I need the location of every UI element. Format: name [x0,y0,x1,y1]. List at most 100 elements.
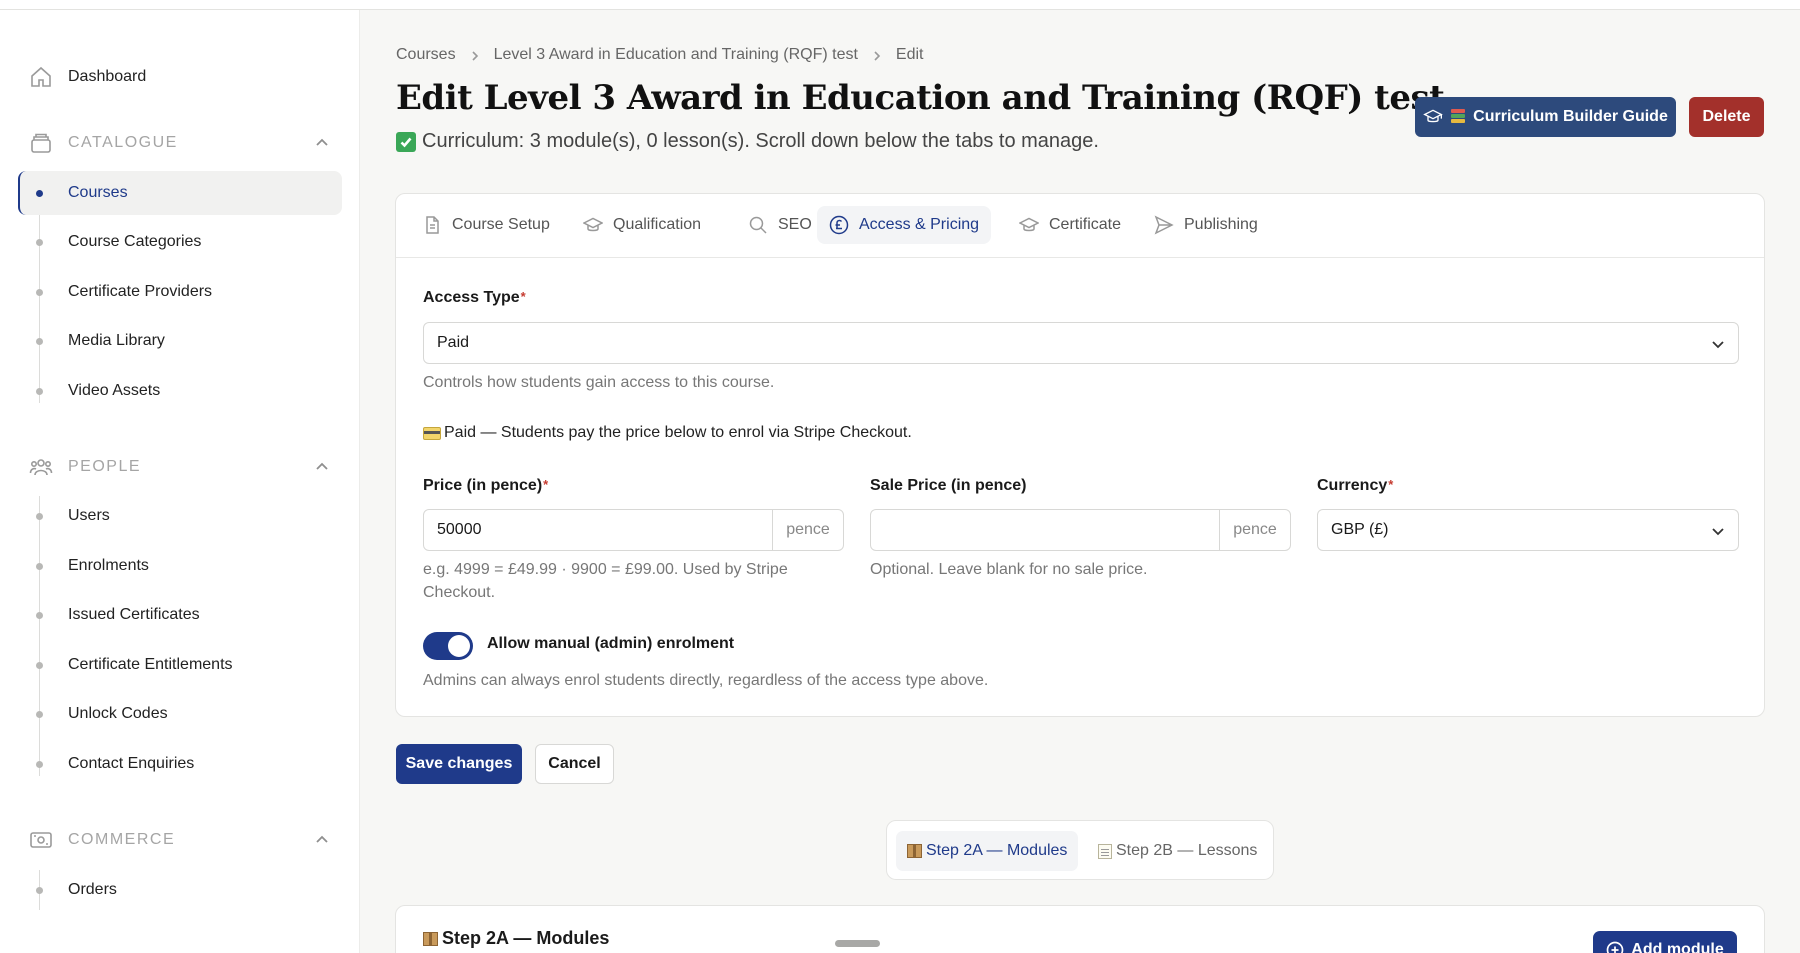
price-label: Price (in pence)* [423,477,548,495]
page-title: Edit Level 3 Award in Education and Trai… [396,78,1445,118]
note-text: Paid — Students pay the price below to e… [444,424,912,441]
search-icon [749,216,767,234]
sidebar-item-label: Contact Enquiries [68,755,195,772]
graduation-cap-icon [583,217,603,232]
required-marker: * [520,289,526,304]
sidebar-section-people[interactable]: PEOPLE [18,450,342,484]
step-switcher: Step 2A — Modules Step 2B — Lessons [886,820,1274,880]
label-text: Access Type [423,289,520,306]
chevron-down-icon [1710,336,1726,352]
credit-card-icon [423,426,441,440]
step-modules-tab[interactable]: Step 2A — Modules [896,831,1079,871]
chevron-up-icon [314,459,330,475]
modules-title: Step 2A — Modules [423,928,609,949]
sale-price-value[interactable] [871,510,1219,550]
sidebar-item-label: Users [68,507,110,524]
sidebar-item-label: Video Assets [68,382,161,399]
sale-price-label: Sale Price (in pence) [870,477,1027,494]
bullet [36,710,43,718]
sidebar-section-catalogue[interactable]: CATALOGUE [18,126,342,160]
save-changes-button[interactable]: Save changes [396,744,522,784]
scroll-handle[interactable] [835,940,880,947]
required-marker: * [1388,477,1394,492]
bullet [36,611,43,619]
step-lessons-tab[interactable]: Step 2B — Lessons [1087,831,1268,871]
sidebar-item-courses[interactable]: Courses [18,171,342,215]
currency-label: Currency* [1317,477,1393,495]
cancel-button[interactable]: Cancel [535,744,614,784]
modules-card: Step 2A — Modules [395,905,1765,953]
send-icon [1154,215,1174,235]
tab-publishing[interactable]: Publishing [1142,206,1270,244]
sidebar-item-course-categories[interactable]: Course Categories [18,220,342,264]
label-text: Currency [1317,477,1388,494]
section-title: COMMERCE [68,831,176,848]
chevron-right-icon [872,49,882,61]
sidebar-item-unlock-codes[interactable]: Unlock Codes [18,692,342,736]
tab-bar: Course Setup Qualification SEO Access & … [396,194,1764,258]
manual-enrolment-toggle[interactable] [423,632,473,660]
document-icon [426,216,439,234]
tab-qualification[interactable]: Qualification [571,206,713,244]
sidebar-item-label: Course Categories [68,233,202,250]
sidebar-item-media-library[interactable]: Media Library [18,319,342,363]
home-icon [28,64,54,90]
curriculum-summary: Curriculum: 3 module(s), 0 lesson(s). Sc… [396,130,1099,153]
sidebar-item-enrolments[interactable]: Enrolments [18,544,342,588]
price-value[interactable]: 50000 [424,510,772,550]
sidebar: Dashboard CATALOGUE Courses Course Categ… [0,10,360,953]
sidebar-item-label: Dashboard [68,68,147,85]
chevron-up-icon [314,135,330,151]
paid-note: Paid — Students pay the price below to e… [423,424,912,442]
step-label: Step 2A — Modules [926,842,1068,859]
bullet [36,562,43,570]
graduation-cap-icon [1423,109,1443,123]
tab-seo[interactable]: SEO [736,206,824,244]
access-type-select[interactable]: Paid [423,322,1739,364]
bullet [36,189,43,197]
manual-enrolment-label: Allow manual (admin) enrolment [487,635,735,652]
top-bar [0,0,1800,10]
add-module-button[interactable]: Add module [1593,931,1737,953]
sidebar-item-dashboard[interactable]: Dashboard [18,55,342,99]
sidebar-item-label: Unlock Codes [68,705,168,722]
tab-course-setup[interactable]: Course Setup [410,206,562,244]
sidebar-item-label: Certificate Entitlements [68,656,233,673]
tab-label: SEO [778,216,812,233]
summary-text: Curriculum: 3 module(s), 0 lesson(s). Sc… [422,130,1099,152]
memo-icon [1098,843,1112,859]
tab-certificate[interactable]: Certificate [1007,206,1133,244]
select-value: Paid [437,334,470,351]
books-icon [1451,109,1466,125]
tab-label: Certificate [1049,216,1122,233]
breadcrumb-courses[interactable]: Courses [396,46,456,64]
modules-title-text: Step 2A — Modules [442,928,610,948]
breadcrumb-course[interactable]: Level 3 Award in Education and Training … [494,46,858,64]
currency-select[interactable]: GBP (£) [1317,509,1739,551]
sidebar-item-certificate-providers[interactable]: Certificate Providers [18,270,342,314]
sidebar-item-issued-certificates[interactable]: Issued Certificates [18,593,342,637]
breadcrumb-edit: Edit [895,46,924,63]
label-text: Price (in pence) [423,477,543,494]
price-input[interactable]: 50000 pence [423,509,844,551]
sidebar-item-contact-enquiries[interactable]: Contact Enquiries [18,742,342,786]
tab-label: Publishing [1184,216,1258,233]
price-help: e.g. 4999 = £49.99 · 9900 = £99.00. Used… [423,561,788,601]
section-title: PEOPLE [68,458,142,475]
sidebar-item-certificate-entitlements[interactable]: Certificate Entitlements [18,643,342,687]
sale-price-input[interactable]: pence [870,509,1291,551]
sidebar-item-orders[interactable]: Orders [18,868,342,912]
toggle-knob [448,635,470,657]
tab-access-pricing[interactable]: Access & Pricing [817,206,992,244]
tab-label: Qualification [613,216,702,233]
sidebar-item-video-assets[interactable]: Video Assets [18,369,342,413]
curriculum-builder-guide-button[interactable]: Curriculum Builder Guide [1415,97,1676,137]
section-title: CATALOGUE [68,134,178,151]
sidebar-section-commerce[interactable]: COMMERCE [18,823,342,857]
sidebar-item-users[interactable]: Users [18,494,342,538]
delete-button[interactable]: Delete [1689,97,1764,137]
sidebar-item-label: Certificate Providers [68,283,213,300]
sale-price-help: Optional. Leave blank for no sale price. [870,561,1148,578]
bullet [36,661,43,669]
bullet [36,387,43,395]
